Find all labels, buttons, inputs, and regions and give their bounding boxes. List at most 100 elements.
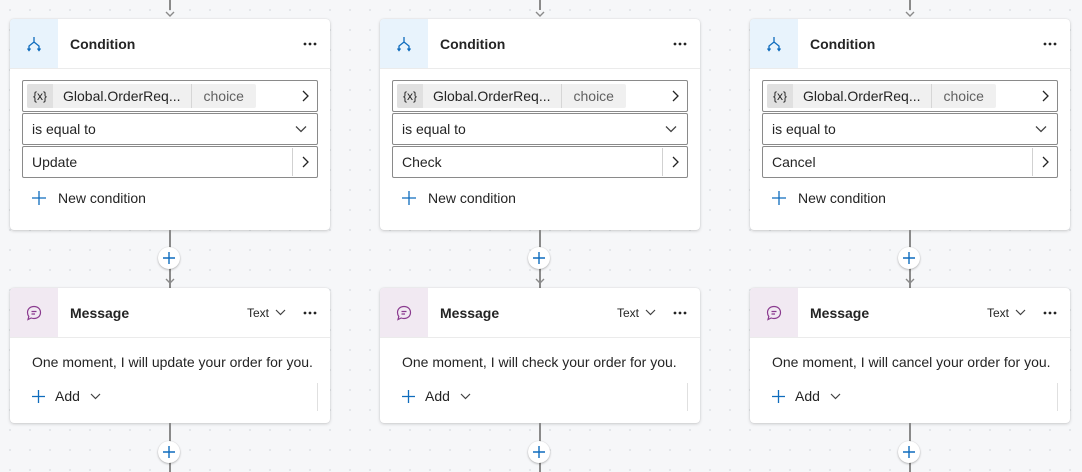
chevron-down-icon — [275, 309, 286, 316]
value-input[interactable]: Update — [22, 146, 318, 178]
operator-dropdown[interactable]: is equal to — [392, 113, 688, 145]
add-content-button[interactable]: Add — [32, 388, 101, 404]
divider — [1057, 383, 1058, 411]
chevron-right-icon[interactable] — [662, 148, 687, 176]
variable-name: Global.OrderReq... — [433, 88, 551, 104]
arrow-down-icon — [535, 275, 545, 285]
variable-picker[interactable]: {x} Global.OrderReq... choice — [22, 80, 318, 112]
branch-icon — [750, 19, 798, 68]
value-input[interactable]: Check — [392, 146, 688, 178]
add-node-button[interactable] — [158, 247, 180, 269]
arrow-down-icon — [905, 8, 915, 18]
variable-chip: {x} Global.OrderReq... choice — [767, 84, 996, 108]
message-text[interactable]: One moment, I will check your order for … — [402, 354, 677, 370]
new-condition-button[interactable]: New condition — [772, 190, 886, 206]
more-options-icon[interactable] — [300, 303, 320, 323]
plus-icon — [163, 446, 175, 458]
chevron-down-icon[interactable] — [1029, 115, 1053, 143]
chevron-right-icon[interactable] — [1033, 82, 1057, 110]
message-card[interactable]: Message Text One moment, I will update y… — [10, 288, 330, 423]
chevron-right-icon[interactable] — [293, 82, 317, 110]
variable-type: choice — [943, 88, 984, 104]
variable-picker[interactable]: {x} Global.OrderReq... choice — [392, 80, 688, 112]
operator-value: is equal to — [402, 121, 466, 137]
condition-card[interactable]: Condition {x} Global.OrderReq... choice … — [380, 19, 700, 230]
value-input[interactable]: Cancel — [762, 146, 1058, 178]
variable-chip: {x} Global.OrderReq... choice — [397, 84, 626, 108]
message-text[interactable]: One moment, I will update your order for… — [32, 354, 313, 370]
arrow-down-icon — [165, 275, 175, 285]
branch-icon — [380, 19, 428, 68]
add-label: Add — [425, 388, 450, 404]
plus-icon — [533, 446, 545, 458]
condition-value: Update — [32, 154, 78, 170]
message-type-dropdown[interactable]: Text — [247, 306, 286, 320]
operator-value: is equal to — [32, 121, 96, 137]
more-options-icon[interactable] — [300, 34, 320, 54]
chevron-right-icon[interactable] — [292, 148, 317, 176]
message-header: Message Text — [380, 288, 700, 338]
chat-bubble-icon — [750, 288, 798, 337]
more-options-icon[interactable] — [670, 303, 690, 323]
plus-icon — [772, 389, 785, 403]
branch-column-2: Condition {x} Global.OrderReq... choice … — [380, 0, 700, 472]
new-condition-label: New condition — [58, 190, 146, 206]
condition-header: Condition — [10, 19, 330, 69]
message-header: Message Text — [750, 288, 1070, 338]
plus-icon — [402, 191, 416, 205]
chat-bubble-icon — [10, 288, 58, 337]
add-label: Add — [795, 388, 820, 404]
variable-picker[interactable]: {x} Global.OrderReq... choice — [762, 80, 1058, 112]
chevron-down-icon[interactable] — [659, 115, 683, 143]
variable-chip: {x} Global.OrderReq... choice — [27, 84, 256, 108]
more-options-icon[interactable] — [670, 34, 690, 54]
message-card[interactable]: Message Text One moment, I will cancel y… — [750, 288, 1070, 423]
chevron-down-icon[interactable] — [289, 115, 313, 143]
chevron-down-icon — [1015, 309, 1026, 316]
add-node-button[interactable] — [528, 247, 550, 269]
condition-title: Condition — [70, 35, 136, 52]
new-condition-label: New condition — [428, 190, 516, 206]
condition-title: Condition — [810, 35, 876, 52]
more-options-icon[interactable] — [1040, 34, 1060, 54]
add-node-button[interactable] — [898, 441, 920, 463]
new-condition-button[interactable]: New condition — [402, 190, 516, 206]
branch-column-3: Condition {x} Global.OrderReq... choice … — [750, 0, 1070, 472]
condition-card[interactable]: Condition {x} Global.OrderReq... choice … — [10, 19, 330, 230]
variable-type: choice — [573, 88, 614, 104]
chevron-right-icon[interactable] — [1032, 148, 1057, 176]
add-node-button[interactable] — [158, 441, 180, 463]
arrow-down-icon — [535, 8, 545, 18]
operator-dropdown[interactable]: is equal to — [762, 113, 1058, 145]
chevron-down-icon — [460, 393, 471, 399]
message-type-label: Text — [986, 305, 1009, 320]
chat-bubble-icon — [380, 288, 428, 337]
plus-icon — [32, 191, 46, 205]
arrow-down-icon — [905, 275, 915, 285]
message-card[interactable]: Message Text One moment, I will check yo… — [380, 288, 700, 423]
add-content-button[interactable]: Add — [772, 388, 841, 404]
chevron-down-icon — [830, 393, 841, 399]
add-node-button[interactable] — [528, 441, 550, 463]
condition-value: Check — [402, 154, 442, 170]
variable-icon: {x} — [397, 84, 423, 108]
variable-icon: {x} — [27, 84, 53, 108]
add-content-button[interactable]: Add — [402, 388, 471, 404]
operator-dropdown[interactable]: is equal to — [22, 113, 318, 145]
more-options-icon[interactable] — [1040, 303, 1060, 323]
condition-card[interactable]: Condition {x} Global.OrderReq... choice … — [750, 19, 1070, 230]
message-type-label: Text — [246, 305, 269, 320]
variable-name: Global.OrderReq... — [803, 88, 921, 104]
add-node-button[interactable] — [898, 247, 920, 269]
branch-icon — [10, 19, 58, 68]
condition-value: Cancel — [772, 154, 816, 170]
chevron-right-icon[interactable] — [663, 82, 687, 110]
message-type-dropdown[interactable]: Text — [987, 306, 1026, 320]
new-condition-button[interactable]: New condition — [32, 190, 146, 206]
message-type-dropdown[interactable]: Text — [617, 306, 656, 320]
message-text[interactable]: One moment, I will cancel your order for… — [772, 354, 1051, 370]
plus-icon — [772, 191, 786, 205]
variable-icon: {x} — [767, 84, 793, 108]
branch-column-1: Condition {x} Global.OrderReq... choice … — [10, 0, 330, 472]
plus-icon — [533, 252, 545, 264]
